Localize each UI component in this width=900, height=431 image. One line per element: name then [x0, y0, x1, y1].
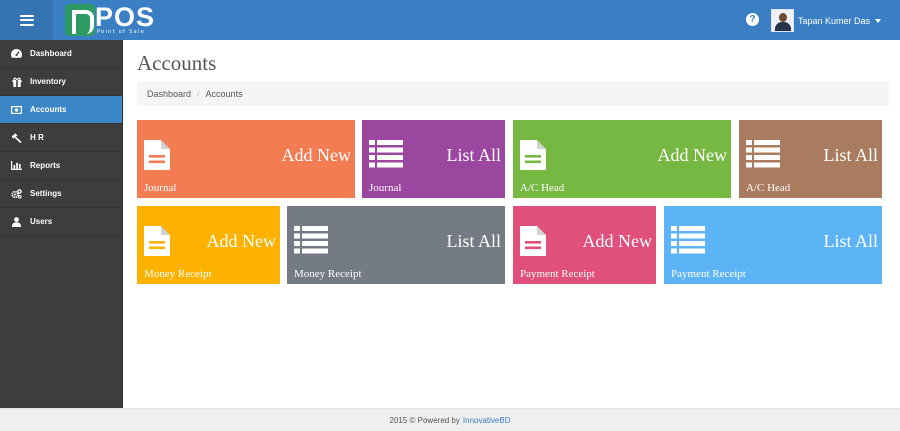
- tile-label: Journal: [144, 182, 177, 194]
- caret-down-icon: [875, 18, 882, 23]
- tile-add-money-receipt[interactable]: Add New Money Receipt: [137, 206, 280, 284]
- page-title: Accounts: [137, 51, 217, 75]
- breadcrumb-separator: /: [197, 89, 200, 99]
- tile-action: List All: [446, 231, 501, 251]
- top-header: POS Point of Sale ? Tapan Kumer Das: [0, 0, 900, 40]
- logo-p-icon: [65, 4, 95, 36]
- sidebar-item-accounts[interactable]: Accounts: [0, 96, 122, 124]
- tile-label: A/C Head: [520, 182, 565, 194]
- help-icon[interactable]: ?: [746, 13, 759, 26]
- tile-list-journal[interactable]: List All Journal: [362, 120, 505, 198]
- money-icon: [11, 105, 22, 115]
- tile-label: Payment Receipt: [671, 268, 746, 280]
- tile-add-ac-head[interactable]: Add New A/C Head: [513, 120, 731, 198]
- tile-action: Add New: [657, 145, 728, 165]
- file-icon: [520, 226, 546, 261]
- tile-action: Add New: [206, 231, 277, 251]
- sidebar: Dashboard Inventory Accounts H R Reports…: [0, 40, 123, 408]
- sidebar-item-label: Settings: [30, 189, 62, 198]
- list-icon: [671, 226, 705, 259]
- tile-action: Add New: [582, 231, 653, 251]
- tile-add-journal[interactable]: Add New Journal: [137, 120, 355, 198]
- bar-chart-icon: [11, 161, 22, 171]
- menu-toggle-button[interactable]: [0, 0, 53, 40]
- dashboard-icon: [11, 49, 22, 59]
- file-icon: [144, 226, 170, 261]
- file-icon: [144, 140, 170, 175]
- tile-add-payment-receipt[interactable]: Add New Payment Receipt: [513, 206, 656, 284]
- footer-text: 2015 © Powered by: [389, 415, 460, 425]
- logo-text: POS: [95, 2, 156, 32]
- avatar: [771, 9, 794, 32]
- breadcrumb: Dashboard / Accounts: [137, 82, 889, 106]
- user-icon: [11, 216, 22, 227]
- sidebar-item-label: Accounts: [30, 105, 67, 114]
- sidebar-item-hr[interactable]: H R: [0, 124, 122, 152]
- cogs-icon: [11, 188, 22, 199]
- sidebar-item-settings[interactable]: Settings: [0, 180, 122, 208]
- sidebar-item-reports[interactable]: Reports: [0, 152, 122, 180]
- sidebar-item-label: Inventory: [30, 77, 67, 86]
- sidebar-item-label: Reports: [30, 161, 61, 170]
- list-icon: [294, 226, 328, 259]
- tile-label: Payment Receipt: [520, 268, 595, 280]
- app-logo[interactable]: POS Point of Sale: [65, 4, 157, 36]
- breadcrumb-link-dashboard[interactable]: Dashboard: [147, 89, 191, 99]
- tile-label: A/C Head: [746, 182, 791, 194]
- sidebar-item-users[interactable]: Users: [0, 208, 122, 236]
- tile-label: Money Receipt: [144, 268, 212, 280]
- tile-action: List All: [823, 231, 878, 251]
- tile-label: Money Receipt: [294, 268, 362, 280]
- tile-list-ac-head[interactable]: List All A/C Head: [739, 120, 882, 198]
- logo-tagline: Point of Sale: [97, 29, 146, 35]
- sidebar-item-label: Dashboard: [30, 49, 72, 58]
- tile-list-payment-receipt[interactable]: List All Payment Receipt: [664, 206, 882, 284]
- tile-action: Add New: [281, 145, 352, 165]
- tile-label: Journal: [369, 182, 402, 194]
- tile-action: List All: [823, 145, 878, 165]
- list-icon: [746, 140, 780, 173]
- user-name: Tapan Kumer Das: [798, 15, 871, 26]
- list-icon: [369, 140, 403, 173]
- gift-icon: [11, 77, 22, 87]
- tile-action: List All: [446, 145, 501, 165]
- sidebar-item-dashboard[interactable]: Dashboard: [0, 40, 122, 68]
- sidebar-item-label: Users: [30, 217, 53, 226]
- footer-link[interactable]: InnovativeBD: [463, 416, 511, 425]
- user-menu[interactable]: Tapan Kumer Das: [771, 9, 882, 32]
- sidebar-item-inventory[interactable]: Inventory: [0, 68, 122, 96]
- breadcrumb-current: Accounts: [205, 89, 243, 99]
- tile-list-money-receipt[interactable]: List All Money Receipt: [287, 206, 505, 284]
- hamburger-icon: [19, 14, 34, 26]
- sidebar-item-label: H R: [30, 133, 44, 142]
- file-icon: [520, 140, 546, 175]
- footer: 2015 © Powered by InnovativeBD: [0, 408, 900, 431]
- gavel-icon: [11, 132, 22, 143]
